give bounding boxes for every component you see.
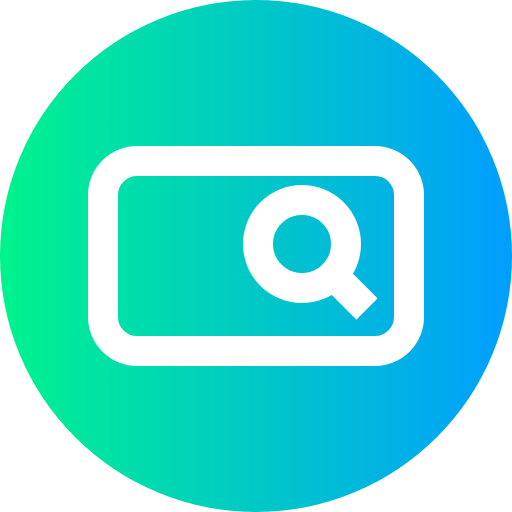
search-bar-icon (0, 0, 512, 512)
icon-canvas (0, 0, 512, 512)
